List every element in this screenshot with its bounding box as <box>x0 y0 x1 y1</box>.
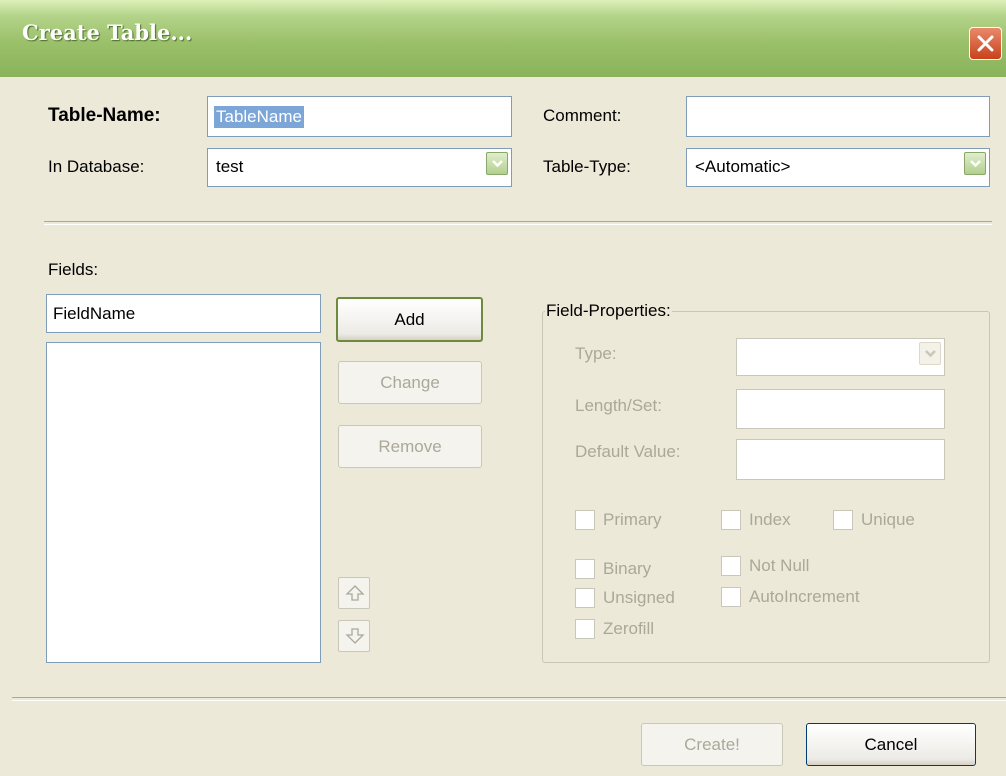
table-type-dropdown-button[interactable] <box>964 152 986 175</box>
default-value-input[interactable] <box>736 439 945 480</box>
unsigned-checkbox[interactable]: Unsigned <box>575 588 675 608</box>
not-null-checkbox[interactable]: Not Null <box>721 556 809 576</box>
binary-checkbox-box[interactable] <box>575 559 595 579</box>
chevron-down-icon <box>970 160 981 168</box>
fields-list[interactable] <box>46 342 321 663</box>
move-down-button[interactable] <box>338 620 370 652</box>
zerofill-checkbox[interactable]: Zerofill <box>575 619 654 639</box>
field-properties-legend: Field-Properties: <box>545 301 672 321</box>
remove-field-label: Remove <box>378 436 442 456</box>
remove-field-button[interactable]: Remove <box>338 425 482 468</box>
comment-label: Comment: <box>543 106 622 125</box>
primary-label: Primary <box>603 510 662 529</box>
binary-label: Binary <box>603 559 652 578</box>
arrow-down-icon <box>345 628 365 644</box>
zerofill-checkbox-box[interactable] <box>575 619 595 639</box>
primary-checkbox-box[interactable] <box>575 510 595 530</box>
create-label: Create! <box>684 734 740 754</box>
table-type-value: <Automatic> <box>695 157 791 176</box>
index-checkbox[interactable]: Index <box>721 510 791 530</box>
auto-increment-checkbox-box[interactable] <box>721 587 741 607</box>
unique-label: Unique <box>861 510 915 529</box>
unique-checkbox[interactable]: Unique <box>833 510 915 530</box>
zerofill-label: Zerofill <box>603 619 655 638</box>
footer-separator <box>12 697 1006 701</box>
length-label: Length/Set: <box>575 396 662 415</box>
not-null-label: Not Null <box>749 556 810 575</box>
not-null-checkbox-box[interactable] <box>721 556 741 576</box>
index-label: Index <box>749 510 791 529</box>
title-bar: Create Table... <box>0 0 1006 78</box>
auto-increment-checkbox[interactable]: AutoIncrement <box>721 587 860 607</box>
table-name-label: Table-Name: <box>48 105 161 126</box>
add-field-button[interactable]: Add <box>336 297 483 342</box>
chevron-down-icon <box>925 350 936 358</box>
unsigned-label: Unsigned <box>603 588 675 607</box>
default-value-label: Default Value: <box>575 442 681 461</box>
arrow-up-icon <box>345 585 365 601</box>
type-dropdown-button[interactable] <box>919 342 941 365</box>
length-input[interactable] <box>736 389 945 429</box>
database-select[interactable]: test <box>207 148 512 187</box>
close-button[interactable] <box>969 27 1002 60</box>
cancel-label: Cancel <box>864 734 918 754</box>
add-field-label: Add <box>394 309 425 329</box>
dialog-body: Table-Name: TableName Comment: In Databa… <box>0 77 1006 776</box>
database-label: In Database: <box>48 157 145 176</box>
type-select[interactable] <box>736 338 945 376</box>
unique-checkbox-box[interactable] <box>833 510 853 530</box>
move-up-button[interactable] <box>338 577 370 609</box>
database-dropdown-button[interactable] <box>486 152 508 175</box>
window-title: Create Table... <box>22 20 193 45</box>
chevron-down-icon <box>492 160 503 168</box>
cancel-button[interactable]: Cancel <box>806 723 976 766</box>
field-properties-group: Field-Properties: Type: Length/Set: Defa… <box>542 301 990 663</box>
field-name-input[interactable]: FieldName <box>46 294 321 333</box>
close-icon <box>977 35 994 52</box>
change-field-label: Change <box>380 372 440 392</box>
table-type-label: Table-Type: <box>543 157 631 176</box>
unsigned-checkbox-box[interactable] <box>575 588 595 608</box>
table-name-value: TableName <box>214 105 304 128</box>
comment-input[interactable] <box>686 96 990 137</box>
type-label: Type: <box>575 344 617 363</box>
table-name-input[interactable]: TableName <box>207 96 512 137</box>
primary-checkbox[interactable]: Primary <box>575 510 662 530</box>
create-button[interactable]: Create! <box>641 723 783 766</box>
index-checkbox-box[interactable] <box>721 510 741 530</box>
database-value: test <box>216 157 244 176</box>
binary-checkbox[interactable]: Binary <box>575 559 651 579</box>
auto-increment-label: AutoIncrement <box>749 587 860 606</box>
separator <box>44 221 992 225</box>
table-type-select[interactable]: <Automatic> <box>686 148 990 187</box>
fields-label: Fields: <box>48 260 99 279</box>
change-field-button[interactable]: Change <box>338 361 482 404</box>
field-name-value: FieldName <box>53 303 136 323</box>
